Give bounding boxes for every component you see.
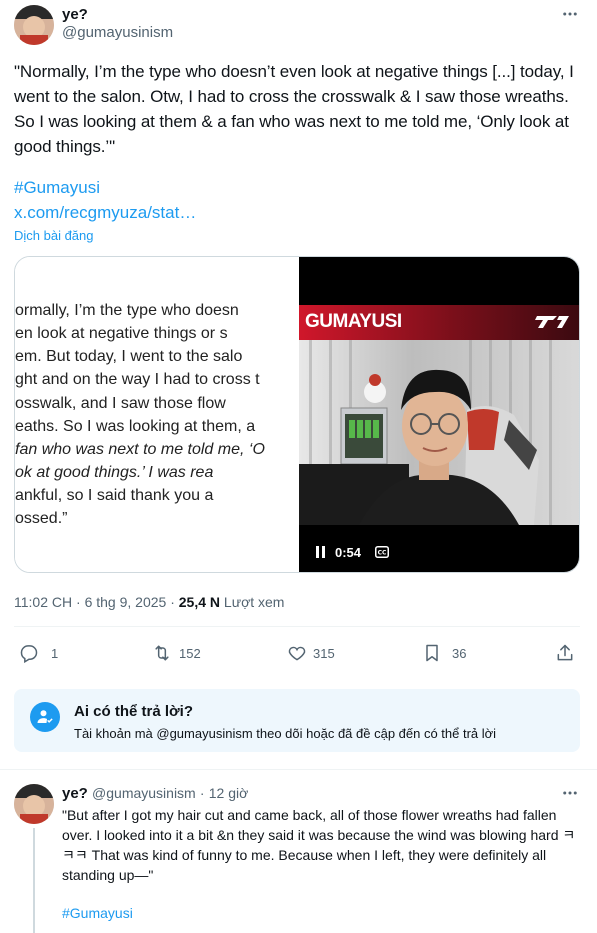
pause-button[interactable] (315, 545, 327, 559)
quote-line: osswalk, and I saw those flow (15, 395, 226, 412)
user-check-icon (37, 710, 53, 723)
quote-line: ormally, I’m the type who doesn (15, 302, 239, 319)
reply-count: 1 (51, 645, 59, 661)
reply-icon (20, 645, 38, 663)
video-frame (299, 340, 579, 525)
who-can-reply-box: Ai có thể trả lời? Tài khoản mà @gumayus… (14, 689, 580, 752)
like-icon (288, 646, 306, 661)
cc-label: CC (378, 550, 387, 557)
like-count: 315 (313, 645, 335, 661)
who-can-reply-title: Ai có thể trả lời? (74, 703, 194, 720)
reply-button[interactable]: 1 (19, 643, 58, 663)
hashtag-link[interactable]: #Gumayusi (14, 178, 100, 198)
video-player[interactable]: GUMAYUSI 0:54 CC (299, 257, 579, 572)
media-card[interactable]: ormally, I’m the type who doesn en look … (14, 256, 580, 573)
cc-icon: CC (375, 546, 389, 558)
more-button[interactable] (558, 2, 582, 26)
divider (0, 769, 597, 770)
reply-display-name[interactable]: ye? (62, 785, 88, 802)
tweet-time[interactable]: 11:02 CH (14, 594, 72, 610)
quote-line: en look at negative things or s (15, 325, 228, 342)
share-button[interactable] (555, 643, 575, 663)
reply-avatar[interactable] (14, 784, 54, 824)
retweet-icon (155, 645, 169, 661)
retweet-count: 152 (179, 645, 201, 661)
bookmark-count: 36 (452, 645, 467, 661)
tweet-url-link[interactable]: x.com/recgmyuza/stat… (14, 203, 196, 223)
quote-line: eaths. So I was looking at them, a (15, 418, 256, 435)
like-button[interactable]: 315 (287, 643, 335, 663)
captions-button[interactable]: CC (375, 545, 389, 558)
reply-header: ye? @gumayusinism · 12 giờ (62, 785, 248, 802)
bookmark-icon (426, 644, 438, 662)
translate-post-link[interactable]: Dịch bài đăng (14, 228, 94, 243)
reply-text: "But after I got my hair cut and came ba… (62, 807, 576, 883)
video-timestamp: 0:54 (335, 545, 362, 560)
author-display-name[interactable]: ye? (62, 6, 88, 23)
author-avatar[interactable] (14, 5, 54, 45)
more-icon (563, 791, 577, 795)
more-icon (563, 12, 577, 16)
views-count: 25,4 N (178, 594, 221, 610)
tweet-date[interactable]: 6 thg 9, 2025 (85, 594, 167, 610)
share-icon (557, 644, 573, 661)
reply-more-button[interactable] (558, 781, 582, 805)
thread-line (33, 828, 35, 933)
reply-separator: · (199, 785, 205, 801)
bookmark-button[interactable]: 36 (422, 643, 466, 663)
reply-time[interactable]: 12 giờ (209, 785, 249, 801)
quote-line: ankful, so I said thank you a (15, 487, 214, 504)
divider (14, 626, 580, 627)
quote-line: ok at good things.’ I was rea (15, 464, 214, 481)
reply-handle[interactable]: @gumayusinism (92, 785, 196, 801)
reply-hashtag-link[interactable]: #Gumayusi (62, 905, 133, 921)
pause-icon (316, 546, 325, 558)
tweet-meta: 11:02 CH · 6 thg 9, 2025 · 25,4 N Lượt x… (14, 594, 285, 610)
video-banner: GUMAYUSI (299, 305, 579, 340)
quote-line: em. But today, I went to the salo (15, 348, 243, 365)
retweet-button[interactable]: 152 (151, 643, 201, 663)
views-label: Lượt xem (223, 594, 285, 610)
user-check-icon-wrap (30, 702, 60, 732)
who-can-reply-description: Tài khoản mà @gumayusinism theo dõi hoặc… (74, 726, 497, 741)
author-handle[interactable]: @gumayusinism (62, 24, 173, 41)
tweet-text: "Normally, I’m the type who doesn’t even… (14, 62, 574, 156)
quote-image[interactable]: ormally, I’m the type who doesn en look … (15, 257, 299, 572)
quote-line: ossed.” (15, 510, 68, 527)
video-banner-title: GUMAYUSI (305, 311, 402, 332)
quote-line: fan who was next to me told me, ‘O (15, 441, 265, 458)
t1-logo-icon (535, 316, 569, 328)
quote-line: ght and on the way I had to cross t (15, 371, 260, 388)
